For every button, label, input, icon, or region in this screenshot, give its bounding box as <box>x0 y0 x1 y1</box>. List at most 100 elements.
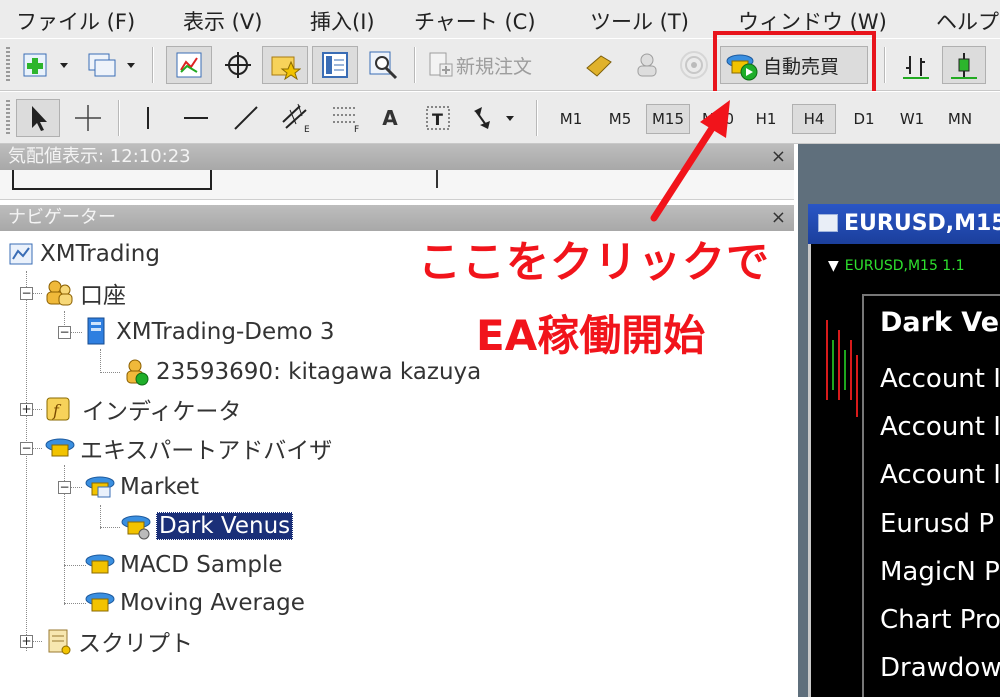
bar-chart-button[interactable] <box>896 46 936 84</box>
market-watch-tab[interactable] <box>12 170 212 190</box>
timeframe-h1[interactable]: H1 <box>744 104 788 134</box>
menu-tools[interactable]: ツール (T) <box>590 6 689 36</box>
divider <box>436 170 438 188</box>
expert-advisor-icon <box>85 554 115 574</box>
svg-text:T: T <box>432 110 443 129</box>
tree-label-dark-venus: Dark Venus <box>156 512 294 540</box>
timeframe-m5[interactable]: M5 <box>598 104 642 134</box>
tree-connector <box>64 603 86 604</box>
user-icon <box>126 359 149 386</box>
menu-window[interactable]: ウィンドウ (W) <box>738 6 887 36</box>
data-window-button[interactable] <box>218 46 258 84</box>
tree-item-root[interactable]: XMTrading <box>8 237 160 271</box>
navigator-button[interactable] <box>262 46 308 84</box>
market-watch-icon <box>176 52 202 78</box>
trendline-button[interactable] <box>224 99 268 137</box>
trendline-icon <box>234 106 258 130</box>
expander-experts[interactable]: − <box>20 442 33 455</box>
candle <box>856 355 858 417</box>
tree-connector <box>26 271 27 651</box>
tree-item-scripts[interactable]: スクリプト <box>44 624 193 658</box>
expert-advisor-icon <box>121 515 151 540</box>
expander-scripts[interactable]: + <box>20 635 33 648</box>
new-order-button[interactable]: 新規注文 <box>426 46 564 84</box>
crosshair-button[interactable] <box>66 99 110 137</box>
tree-connector <box>64 565 86 566</box>
gold-bar-icon <box>586 55 612 77</box>
timeframe-m1[interactable]: M1 <box>549 104 593 134</box>
signals-button[interactable] <box>628 46 668 84</box>
new-chart-button[interactable] <box>20 46 72 84</box>
fibonacci-button[interactable]: F <box>324 99 368 137</box>
expander-indicators[interactable]: + <box>20 403 33 416</box>
tree-item-account[interactable]: 23593690: kitagawa kazuya <box>122 355 481 389</box>
tree-item-accounts[interactable]: 口座 <box>44 276 126 310</box>
server-icon <box>87 317 105 345</box>
toolbar-grip[interactable] <box>6 47 10 83</box>
arrows-icon <box>474 107 514 129</box>
timeframe-w1[interactable]: W1 <box>890 104 934 134</box>
vertical-line-icon <box>147 107 149 129</box>
tree-item-server[interactable]: XMTrading-Demo 3 <box>84 315 335 349</box>
market-watch-button[interactable] <box>166 46 212 84</box>
text-tool-button[interactable]: A <box>370 99 410 137</box>
tree-connector <box>100 349 101 373</box>
arrows-dropdown-button[interactable] <box>466 99 522 137</box>
line-studies-toolbar: E F A T M1 M5 M15 M30 H1 H4 D1 W1 MN <box>0 91 1000 144</box>
chart-window-title-bar[interactable]: EURUSD,M15 <box>808 204 1000 244</box>
candlestick-button[interactable] <box>942 46 986 84</box>
vertical-line-button[interactable] <box>128 99 168 137</box>
tree-item-experts[interactable]: エキスパートアドバイザ <box>44 431 332 465</box>
menu-file[interactable]: ファイル (F) <box>16 6 135 36</box>
tree-connector <box>100 527 120 528</box>
profiles-icon <box>88 53 135 77</box>
accounts-people-icon <box>46 280 73 306</box>
equidistant-channel-icon: E <box>282 103 310 134</box>
horizontal-line-button[interactable] <box>174 99 218 137</box>
menu-view[interactable]: 表示 (V) <box>183 6 262 36</box>
navigator-close-button[interactable]: × <box>771 205 786 231</box>
menu-chart[interactable]: チャート (C) <box>414 6 536 36</box>
history-center-button[interactable] <box>578 46 618 84</box>
equidistant-channel-button[interactable]: E <box>274 99 318 137</box>
tree-label-experts: エキスパートアドバイザ <box>80 438 333 464</box>
tree-item-moving-average[interactable]: Moving Average <box>84 586 305 620</box>
ea-info-line: Eurusd P <box>880 509 995 539</box>
tree-label-indicators: インディケータ <box>82 399 242 425</box>
expander-server[interactable]: − <box>58 326 71 339</box>
timeframe-mn[interactable]: MN <box>938 104 982 134</box>
market-button[interactable] <box>674 46 714 84</box>
expander-accounts[interactable]: − <box>20 287 33 300</box>
expander-market[interactable]: − <box>58 481 71 494</box>
toolbar-grip[interactable] <box>6 100 10 136</box>
strategy-tester-button[interactable] <box>364 46 404 84</box>
tree-label-macd-sample: MACD Sample <box>120 552 283 578</box>
menu-help[interactable]: ヘルプ <box>936 6 999 36</box>
timeframe-d1[interactable]: D1 <box>842 104 886 134</box>
tree-item-indicators[interactable]: f インディケータ <box>44 392 241 426</box>
person-signal-icon <box>637 53 657 77</box>
ea-info-line: Account I <box>880 460 1000 490</box>
candle <box>838 330 840 400</box>
tree-item-macd-sample[interactable]: MACD Sample <box>84 548 283 582</box>
tree-label-scripts: スクリプト <box>78 631 193 657</box>
chart-header-arrow-icon: ▼ <box>828 258 839 274</box>
auto-trading-button[interactable]: 自動売買 <box>720 46 868 84</box>
auto-trading-label: 自動売買 <box>763 55 840 78</box>
chart-window-title: EURUSD,M15 <box>844 211 1000 236</box>
terminal-button[interactable] <box>312 46 358 84</box>
ea-info-line: MagicN P <box>880 557 1000 587</box>
profiles-button[interactable] <box>84 46 140 84</box>
new-chart-icon <box>23 53 68 77</box>
chart-symbol-label: EURUSD,M15 1.1 <box>844 258 965 274</box>
tree-item-dark-venus[interactable]: Dark Venus <box>120 509 294 543</box>
bar-chart-icon <box>903 56 929 79</box>
menu-insert[interactable]: 挿入(I) <box>310 6 375 36</box>
magnifier-icon <box>369 51 398 80</box>
text-label-button[interactable]: T <box>418 99 458 137</box>
timeframe-h4[interactable]: H4 <box>792 104 836 134</box>
cursor-button[interactable] <box>16 99 60 137</box>
toolbar-separator <box>152 47 154 83</box>
market-watch-close-button[interactable]: × <box>771 144 786 170</box>
tree-item-market[interactable]: Market <box>84 470 199 504</box>
